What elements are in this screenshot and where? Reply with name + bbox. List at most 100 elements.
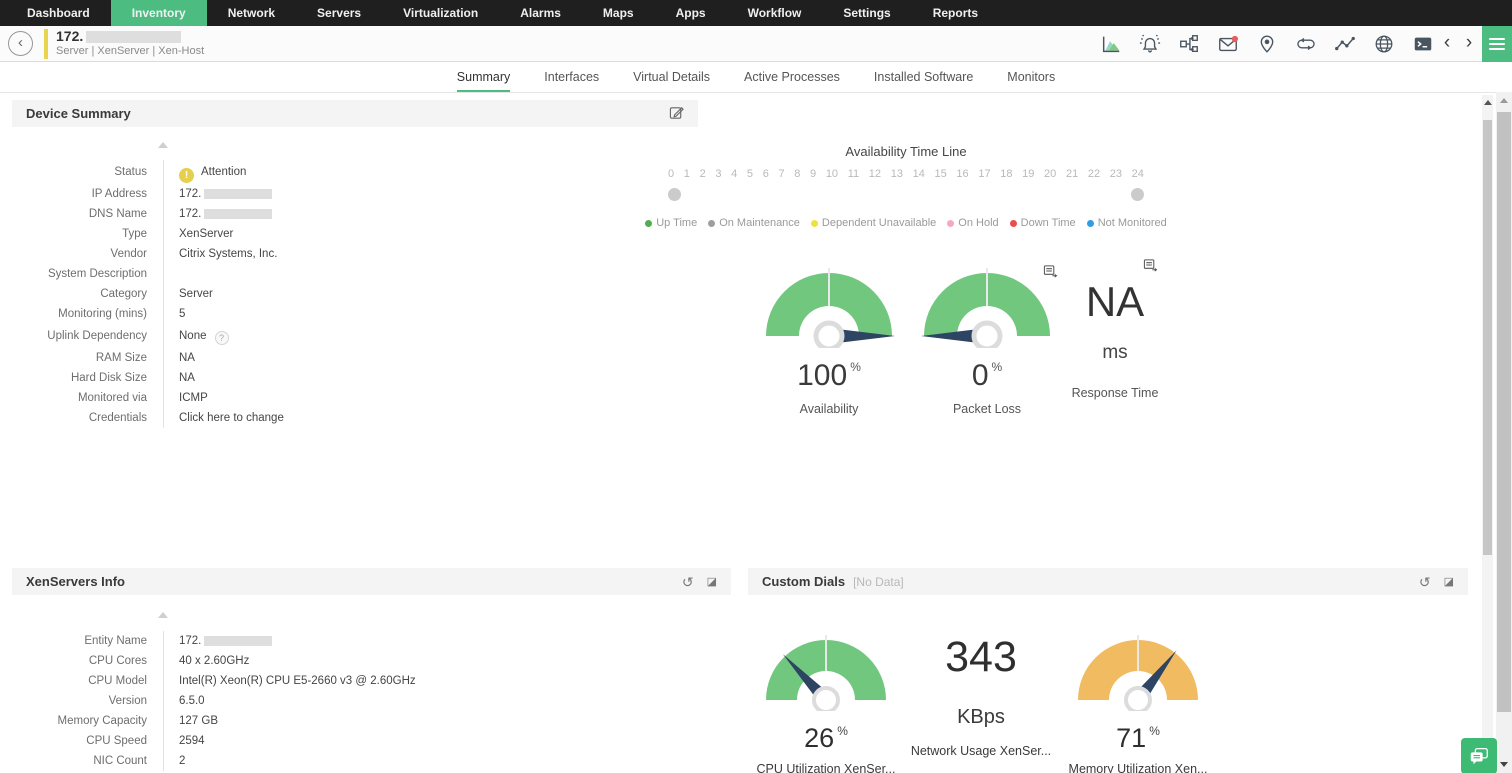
scrollbar-thumb[interactable] <box>1497 112 1511 712</box>
scroll-down-arrow-icon[interactable] <box>1500 762 1508 767</box>
chat-support-button[interactable] <box>1461 738 1497 773</box>
report-graph-icon[interactable] <box>1043 264 1058 284</box>
field-row-status: Status !Attention <box>12 160 698 184</box>
dns-text: 172. <box>179 208 201 220</box>
hour-tick: 8 <box>794 168 800 180</box>
tab-summary[interactable]: Summary <box>457 62 510 92</box>
response-time-label: Response Time <box>1035 386 1195 400</box>
nav-virtualization[interactable]: Virtualization <box>382 0 499 26</box>
credentials-change-link[interactable]: Click here to change <box>163 408 698 428</box>
field-label: DNS Name <box>12 204 163 224</box>
next-device-button[interactable]: › <box>1460 26 1478 62</box>
legend-dot <box>708 220 715 227</box>
edit-icon[interactable] <box>669 105 684 122</box>
nav-reports[interactable]: Reports <box>912 0 999 26</box>
mail-icon[interactable] <box>1217 33 1239 55</box>
page-scrollbar[interactable] <box>1496 92 1512 773</box>
timeline-handle-end[interactable] <box>1131 188 1144 201</box>
nav-settings[interactable]: Settings <box>822 0 911 26</box>
memory-utilization-value: 71% <box>1060 723 1216 754</box>
attention-status-icon: ! <box>179 168 194 183</box>
hour-tick: 10 <box>826 168 838 180</box>
nav-alarms[interactable]: Alarms <box>499 0 582 26</box>
field-label: NIC Count <box>12 751 163 771</box>
field-row-ip: IP Address 172. <box>12 184 698 204</box>
nav-workflow[interactable]: Workflow <box>727 0 823 26</box>
loop-icon[interactable] <box>1295 33 1317 55</box>
field-label: Hard Disk Size <box>12 368 163 388</box>
prev-device-button[interactable]: ‹ <box>1438 26 1456 62</box>
redacted-block <box>86 31 181 43</box>
device-title: 172. <box>56 28 181 44</box>
field-label: Version <box>12 691 163 711</box>
back-button[interactable]: ‹ <box>8 31 33 56</box>
network-usage-unit: KBps <box>903 706 1059 729</box>
refresh-icon[interactable]: ↺ <box>682 575 694 589</box>
opmanager-device-page: Dashboard Inventory Network Servers Virt… <box>0 0 1512 773</box>
cpu-utilization-dial: 26% CPU Utilization XenSer... <box>748 625 904 773</box>
custom-dials-title: Custom Dials <box>762 574 845 589</box>
area-chart-icon[interactable] <box>1100 33 1122 55</box>
device-toolbar <box>1100 26 1434 62</box>
resize-square-icon[interactable]: ◪ <box>1444 575 1454 589</box>
nav-inventory[interactable]: Inventory <box>111 0 207 26</box>
scrollbar-thumb[interactable] <box>1483 120 1492 555</box>
field-label: Credentials <box>12 408 163 428</box>
field-label: Entity Name <box>12 631 163 651</box>
nav-servers[interactable]: Servers <box>296 0 382 26</box>
legend-dot <box>947 220 954 227</box>
legend-dot <box>811 220 818 227</box>
field-value: Citrix Systems, Inc. <box>163 244 698 264</box>
nav-maps[interactable]: Maps <box>582 0 655 26</box>
hamburger-menu-button[interactable] <box>1482 26 1512 62</box>
field-row-ram: RAM Size NA <box>12 348 698 368</box>
field-value: NA <box>163 348 698 368</box>
legend-dot <box>1010 220 1017 227</box>
tab-interfaces[interactable]: Interfaces <box>544 62 599 92</box>
dial-arc <box>1063 625 1213 711</box>
scroll-up-arrow-icon[interactable] <box>1484 100 1492 105</box>
globe-icon[interactable] <box>1373 33 1395 55</box>
panel-scrollbar[interactable] <box>1482 95 1493 740</box>
collapse-arrow-icon[interactable] <box>158 142 168 148</box>
timeline-handle-start[interactable] <box>668 188 681 201</box>
resize-square-icon[interactable]: ◪ <box>707 575 717 589</box>
network-usage-dial: 343 KBps Network Usage XenSer... <box>903 625 1059 758</box>
legend-dot <box>1087 220 1094 227</box>
field-row-memory: Memory Capacity 127 GB <box>12 711 731 731</box>
legend-label: On Hold <box>958 217 998 229</box>
nav-dashboard[interactable]: Dashboard <box>6 0 111 26</box>
field-row-type: Type XenServer <box>12 224 698 244</box>
hour-tick: 18 <box>1000 168 1012 180</box>
line-graph-icon[interactable] <box>1334 33 1356 55</box>
alarm-bell-icon[interactable] <box>1139 33 1161 55</box>
terminal-icon[interactable] <box>1412 33 1434 55</box>
workflow-icon[interactable] <box>1178 33 1200 55</box>
field-row-nic: NIC Count 2 <box>12 751 731 771</box>
location-pin-icon[interactable] <box>1256 33 1278 55</box>
availability-value: 100% <box>749 359 909 393</box>
legend-item: Down Time <box>1010 217 1076 229</box>
help-icon[interactable]: ? <box>215 331 229 345</box>
tab-virtual-details[interactable]: Virtual Details <box>633 62 710 92</box>
field-row-category: Category Server <box>12 284 698 304</box>
response-time-value: NA <box>1035 278 1195 326</box>
refresh-icon[interactable]: ↺ <box>1419 575 1431 589</box>
xenservers-info-header: XenServers Info ↺ ◪ <box>12 568 731 595</box>
tab-monitors[interactable]: Monitors <box>1007 62 1055 92</box>
hour-tick: 4 <box>731 168 737 180</box>
tab-active-processes[interactable]: Active Processes <box>744 62 840 92</box>
nav-apps[interactable]: Apps <box>655 0 727 26</box>
tab-installed-software[interactable]: Installed Software <box>874 62 973 92</box>
scroll-up-arrow-icon[interactable] <box>1500 98 1508 103</box>
redacted-block <box>204 189 272 199</box>
uplink-text: None <box>179 330 207 342</box>
legend-item: Up Time <box>645 217 697 229</box>
report-graph-icon[interactable] <box>1143 258 1158 278</box>
hour-tick: 14 <box>913 168 925 180</box>
collapse-arrow-icon[interactable] <box>158 612 168 618</box>
field-value: ICMP <box>163 388 698 408</box>
field-value: 2 <box>163 751 731 771</box>
legend-label: Up Time <box>656 217 697 229</box>
nav-network[interactable]: Network <box>207 0 296 26</box>
